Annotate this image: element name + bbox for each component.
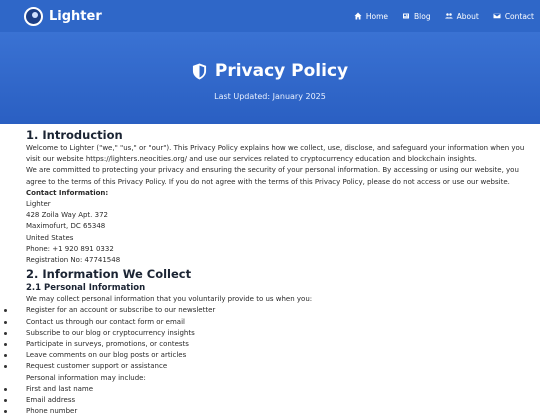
contact-line: 428 Zoila Way Apt. 372 [26,211,108,220]
brand-link[interactable]: Lighter [24,6,102,26]
may-include-text: Personal information may include: [26,373,146,382]
nav-blog-label: Blog [414,11,431,21]
contact-heading: Contact Information: [26,188,109,197]
contact-line: United States [26,233,74,242]
list-item: First and last name [4,384,526,395]
intro-paragraph: Welcome to Lighter ("we," "us," or "our"… [26,144,525,164]
nav-home[interactable]: Home [354,12,388,21]
main-nav: Home Blog About Contact [354,0,540,32]
section-heading-introduction: 1. Introduction [26,128,123,142]
nav-about-label: About [456,11,479,21]
policy-content: 1. Introduction Welcome to Lighter ("we,… [4,128,526,417]
contact-line: Phone: +1 920 891 0332 [26,244,114,253]
users-icon [444,13,453,19]
contact-line: Registration No: 47741548 [26,256,121,265]
top-navbar: Lighter Home Blog About Contact [0,0,540,32]
list-item: Contact us through our contact form or e… [4,317,526,328]
hero-banner: Privacy Policy Last Updated: January 202… [0,32,540,124]
home-icon [354,12,362,20]
nav-home-label: Home [365,11,389,21]
envelope-icon [493,13,501,19]
contact-line: Maximofurt, DC 65348 [26,222,106,231]
shield-icon [192,63,206,79]
page-title: Privacy Policy [0,61,540,81]
page-title-text: Privacy Policy [214,61,349,81]
nav-about[interactable]: About [444,11,479,21]
last-updated: Last Updated: January 2025 [214,92,326,101]
brand-name: Lighter [49,8,102,24]
logo-icon [24,6,43,26]
list-item: Request customer support or assistance [4,361,526,372]
nav-contact[interactable]: Contact [493,12,534,21]
contact-line: Lighter [26,200,51,209]
nav-contact-label: Contact [504,11,534,21]
subsection-heading-personal: 2.1 Personal Information [26,283,146,294]
list-item: Participate in surveys, promotions, or c… [4,339,526,350]
collect-intro: We may collect personal information that… [26,295,313,304]
newspaper-icon [403,13,410,19]
section-heading-information: 2. Information We Collect [26,267,192,282]
list-item: Leave comments on our blog posts or arti… [4,350,526,361]
commitment-paragraph: We are committed to protecting your priv… [26,166,519,186]
info-list: First and last name Email address Phone … [4,384,526,417]
list-item: Subscribe to our blog or cryptocurrency … [4,328,526,339]
collect-list: Register for an account or subscribe to … [4,305,526,372]
nav-blog[interactable]: Blog [402,12,431,21]
list-item: Phone number [4,406,526,417]
list-item: Register for an account or subscribe to … [4,305,526,316]
